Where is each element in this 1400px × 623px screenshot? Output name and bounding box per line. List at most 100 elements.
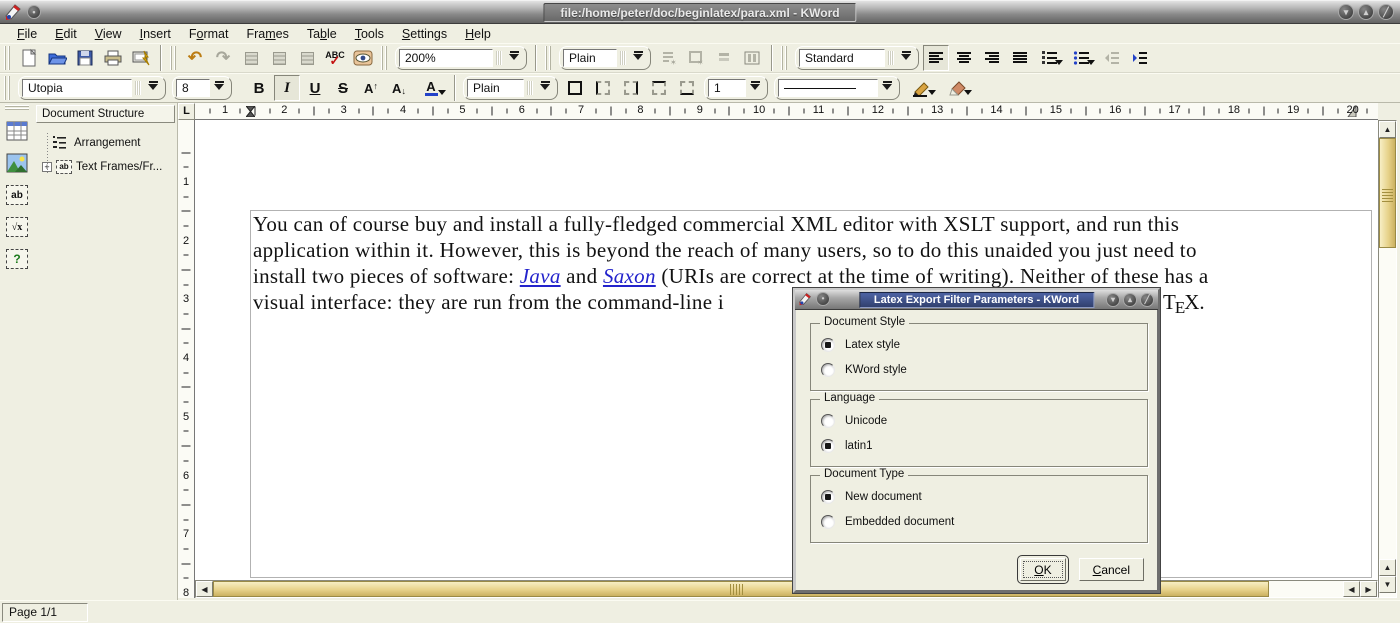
horizontal-ruler[interactable]: 1234567891011121314151617181920: [195, 103, 1378, 120]
menu-format[interactable]: Format: [180, 26, 238, 42]
underline-button[interactable]: U: [302, 75, 328, 101]
font-size-combo[interactable]: 8: [172, 76, 232, 100]
font-family-value[interactable]: Utopia: [22, 79, 132, 97]
hyperlink[interactable]: Java: [520, 264, 561, 288]
zoom-value[interactable]: 200%: [399, 49, 493, 67]
shade-button[interactable]: ▾: [1338, 4, 1354, 20]
radio-option[interactable]: latin1: [821, 436, 1147, 456]
paragraph-style-combo[interactable]: Plain: [559, 46, 651, 70]
chevron-down-icon[interactable]: [629, 49, 647, 67]
undo-button[interactable]: ↶: [182, 45, 208, 71]
menu-tools[interactable]: Tools: [346, 26, 393, 42]
menu-file[interactable]: File: [8, 26, 46, 42]
close-button[interactable]: ╱: [1140, 293, 1154, 307]
radio-button[interactable]: [821, 338, 835, 352]
insert-text-frame-button[interactable]: ab: [3, 180, 31, 210]
chevron-down-icon[interactable]: [897, 49, 915, 67]
toolbar-grip[interactable]: [4, 46, 11, 70]
frame-style-combo[interactable]: Plain: [463, 76, 558, 100]
paragraph-style-value[interactable]: Plain: [563, 49, 617, 67]
font-family-combo[interactable]: Utopia: [18, 76, 166, 100]
border-width-combo[interactable]: 1: [704, 76, 768, 100]
scroll-up-button[interactable]: ▲: [1379, 121, 1396, 138]
font-color-button[interactable]: A: [414, 75, 448, 101]
radio-button[interactable]: [821, 414, 835, 428]
vertical-scrollbar-thumb[interactable]: [1379, 138, 1396, 248]
vertical-scrollbar[interactable]: ▲ ▲ ▼: [1378, 120, 1397, 598]
border-outline-button[interactable]: [562, 75, 588, 101]
radio-option[interactable]: KWord style: [821, 360, 1147, 380]
align-right-button[interactable]: [979, 45, 1005, 71]
border-top-button[interactable]: [646, 75, 672, 101]
decrease-indent-button[interactable]: [1099, 45, 1125, 71]
maximize-button[interactable]: ▴: [1358, 4, 1374, 20]
align-justify-button[interactable]: [1007, 45, 1033, 71]
align-left-button[interactable]: [923, 45, 949, 71]
chevron-down-icon[interactable]: [928, 90, 936, 99]
print-button[interactable]: [100, 45, 126, 71]
scroll-left-button[interactable]: ◀: [196, 581, 213, 597]
border-style-value[interactable]: [778, 79, 878, 97]
chevron-down-icon[interactable]: [438, 90, 446, 99]
insert-table-button[interactable]: [3, 116, 31, 146]
shade-button[interactable]: ▾: [1106, 293, 1120, 307]
frame-tool-button-2[interactable]: [266, 45, 292, 71]
document-canvas[interactable]: You can of course buy and install a full…: [195, 120, 1378, 580]
latex-export-dialog[interactable]: • Latex Export Filter Parameters - KWord…: [793, 288, 1160, 593]
toolbar-grip[interactable]: [5, 105, 29, 111]
tree-item[interactable]: Arrangement: [42, 131, 177, 155]
menu-table[interactable]: Table: [298, 26, 346, 42]
menu-insert[interactable]: Insert: [131, 26, 180, 42]
chevron-down-icon[interactable]: [1055, 60, 1063, 69]
radio-option[interactable]: New document: [821, 487, 1147, 507]
toolbar-grip[interactable]: [781, 46, 788, 70]
ok-button[interactable]: OK: [1020, 558, 1065, 581]
frame-tool-button-1[interactable]: [238, 45, 264, 71]
radio-button[interactable]: [821, 363, 835, 377]
italic-button[interactable]: I: [274, 75, 300, 101]
style-tool-button-2[interactable]: ✶: [683, 45, 709, 71]
chevron-down-icon[interactable]: [964, 90, 972, 99]
numbered-list-button[interactable]: [1035, 45, 1065, 71]
dialog-titlebar[interactable]: • Latex Export Filter Parameters - KWord…: [795, 290, 1158, 310]
border-style-combo[interactable]: [774, 76, 900, 100]
tab-type-selector[interactable]: L: [178, 103, 195, 120]
toolbar-grip[interactable]: [170, 46, 177, 70]
border-right-button[interactable]: [618, 75, 644, 101]
menu-settings[interactable]: Settings: [393, 26, 456, 42]
vertical-ruler[interactable]: 12345678: [178, 120, 195, 598]
insert-formula-button[interactable]: √x: [3, 212, 31, 242]
spellcheck-button[interactable]: ABC ✓: [322, 45, 348, 71]
increase-indent-button[interactable]: [1127, 45, 1153, 71]
scroll-left-button-2[interactable]: ◀: [1343, 581, 1360, 597]
toolbar-grip[interactable]: [545, 46, 552, 70]
sticky-button[interactable]: •: [27, 5, 41, 19]
chevron-down-icon[interactable]: [746, 79, 764, 97]
border-left-button[interactable]: [590, 75, 616, 101]
save-button[interactable]: [72, 45, 98, 71]
chevron-down-icon[interactable]: [210, 79, 228, 97]
tree-item[interactable]: +abText Frames/Fr...: [42, 155, 177, 179]
subscript-button[interactable]: A↓: [386, 75, 412, 101]
superscript-button[interactable]: A↑: [358, 75, 384, 101]
chevron-down-icon[interactable]: [536, 79, 554, 97]
cancel-button[interactable]: Cancel: [1079, 558, 1144, 581]
sticky-button[interactable]: •: [816, 292, 830, 306]
menu-help[interactable]: Help: [456, 26, 500, 42]
insert-object-button[interactable]: ?: [3, 244, 31, 274]
border-width-value[interactable]: 1: [708, 79, 746, 97]
style-list-combo[interactable]: Standard: [795, 46, 919, 70]
toolbar-grip[interactable]: [381, 46, 388, 70]
radio-button[interactable]: [821, 439, 835, 453]
chevron-down-icon[interactable]: [505, 49, 523, 67]
window-titlebar[interactable]: • file:/home/peter/doc/beginlatex/para.x…: [0, 0, 1400, 24]
strikethrough-button[interactable]: S: [330, 75, 356, 101]
radio-option[interactable]: Unicode: [821, 411, 1147, 431]
scroll-up-button-2[interactable]: ▲: [1379, 559, 1396, 576]
chevron-down-icon[interactable]: [1087, 60, 1095, 69]
border-color-button[interactable]: [904, 75, 938, 101]
align-center-button[interactable]: [951, 45, 977, 71]
horizontal-scrollbar[interactable]: ◀ ◀ ▶: [195, 580, 1378, 598]
scroll-right-button[interactable]: ▶: [1360, 581, 1377, 597]
menu-edit[interactable]: Edit: [46, 26, 86, 42]
